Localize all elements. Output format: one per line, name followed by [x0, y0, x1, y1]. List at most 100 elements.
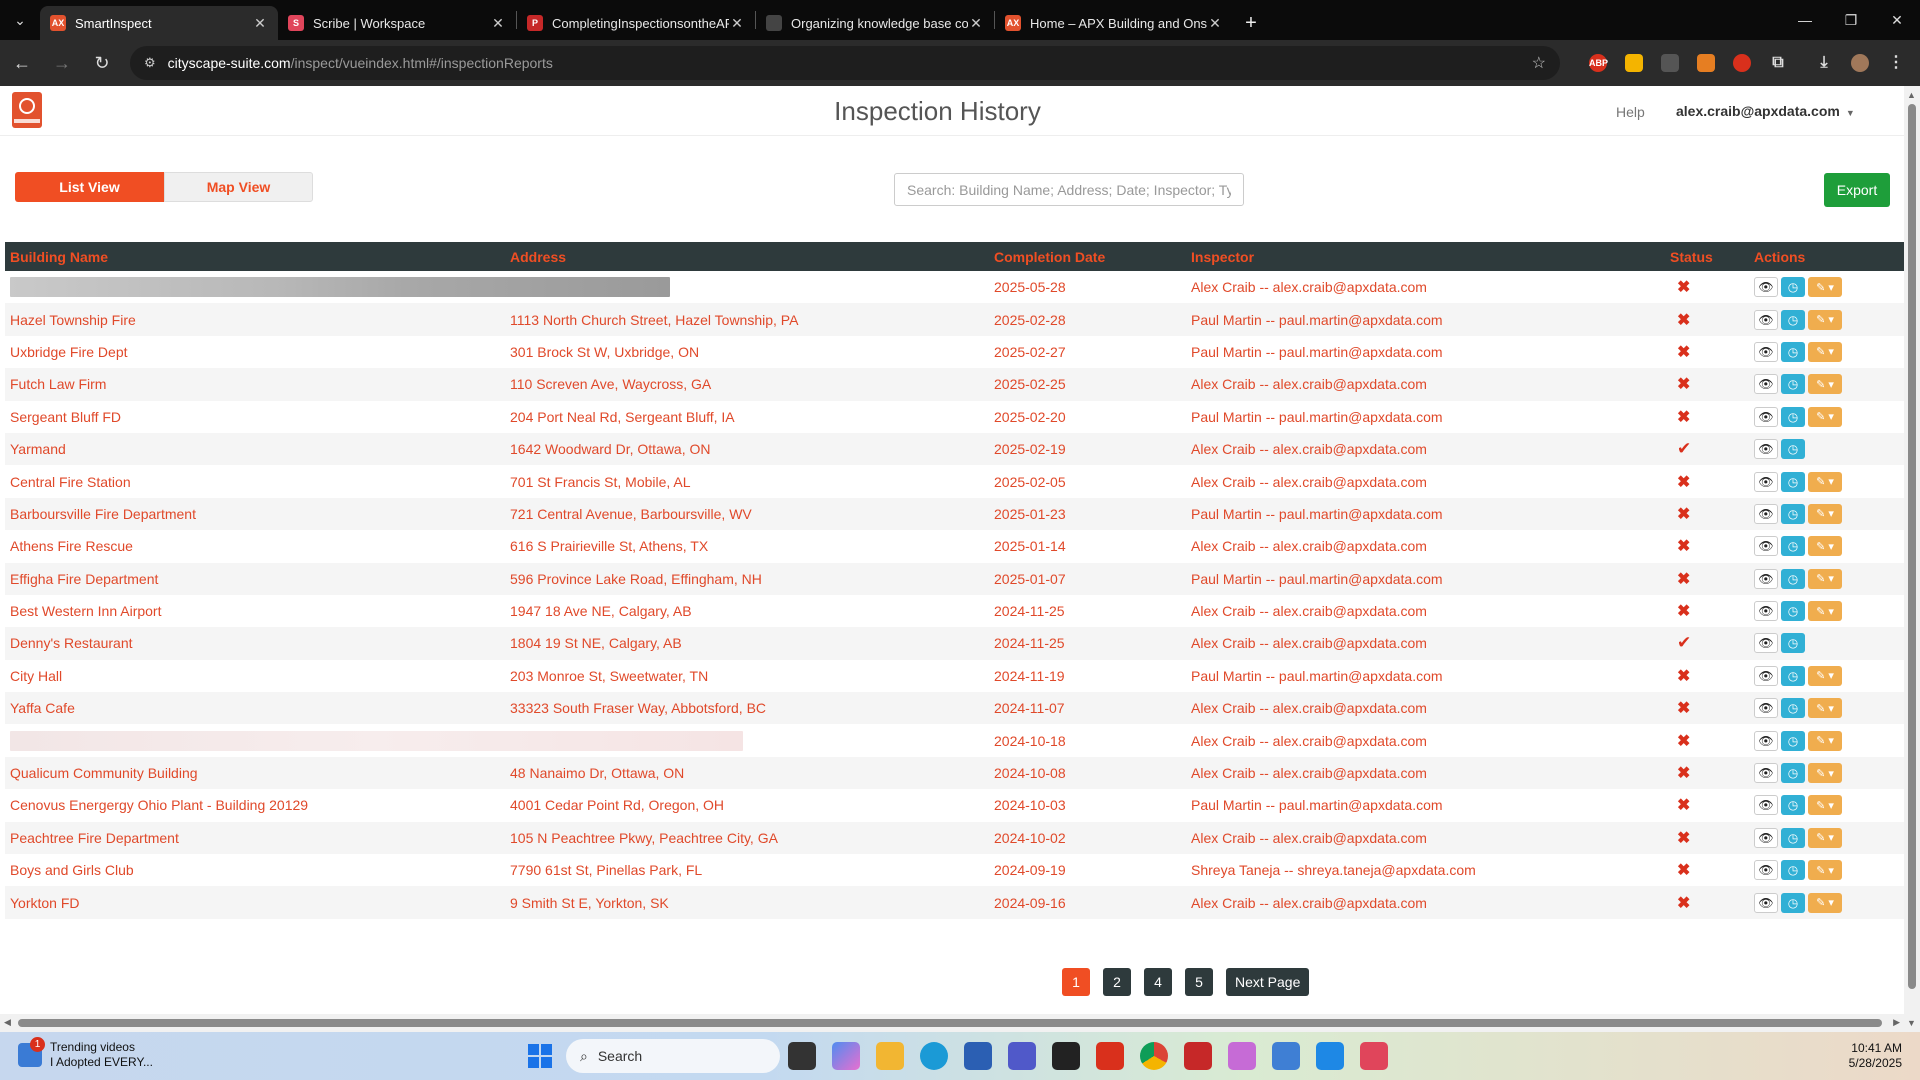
- edit-dropdown-button[interactable]: ✎ ▾: [1808, 341, 1842, 362]
- close-window-icon[interactable]: ✕: [1874, 0, 1920, 40]
- reload-icon[interactable]: ↻: [84, 45, 120, 81]
- help-link[interactable]: Help: [1616, 104, 1645, 120]
- edit-dropdown-button[interactable]: ✎ ▾: [1808, 763, 1842, 784]
- building-name-link[interactable]: Yorkton FD: [5, 886, 505, 918]
- new-tab-button[interactable]: +: [1233, 6, 1269, 40]
- extensions-puzzle-icon[interactable]: ⧉: [1760, 45, 1796, 81]
- building-name-link[interactable]: Central Fire Station: [5, 465, 505, 497]
- header-status[interactable]: Status: [1665, 242, 1749, 271]
- restore-icon[interactable]: ❐: [1828, 0, 1874, 40]
- edit-dropdown-button[interactable]: ✎ ▾: [1808, 827, 1842, 848]
- news-widget[interactable]: 1 Trending videos I Adopted EVERY...: [18, 1037, 153, 1070]
- view-eye-icon[interactable]: 👁: [1754, 309, 1778, 330]
- history-clock-icon[interactable]: ◷: [1781, 503, 1805, 524]
- history-clock-icon[interactable]: ◷: [1781, 406, 1805, 427]
- building-name-link[interactable]: Yaffa Cafe: [5, 692, 505, 724]
- history-clock-icon[interactable]: ◷: [1781, 309, 1805, 330]
- close-tab-icon[interactable]: ✕: [1207, 15, 1223, 32]
- table-row[interactable]: Uxbridge Fire Dept 301 Brock St W, Uxbrid…: [5, 336, 1904, 368]
- view-eye-icon[interactable]: 👁: [1754, 341, 1778, 362]
- header-inspector[interactable]: Inspector: [1186, 242, 1665, 271]
- notes-extension-icon[interactable]: [1616, 45, 1652, 81]
- edit-dropdown-button[interactable]: ✎ ▾: [1808, 568, 1842, 589]
- office-icon[interactable]: [1096, 1042, 1124, 1070]
- history-clock-icon[interactable]: ◷: [1781, 892, 1805, 913]
- view-eye-icon[interactable]: 👁: [1754, 665, 1778, 686]
- terminal-icon[interactable]: [1052, 1042, 1080, 1070]
- edit-dropdown-button[interactable]: ✎ ▾: [1808, 601, 1842, 622]
- table-row[interactable]: Athens Fire Rescue 616 S Prairieville St,…: [5, 530, 1904, 562]
- map-view-button[interactable]: Map View: [164, 172, 313, 202]
- history-clock-icon[interactable]: ◷: [1781, 730, 1805, 751]
- table-row[interactable]: Yarmand 1642 Woodward Dr, Ottawa, ON 2025-…: [5, 432, 1904, 466]
- table-row[interactable]: 2025-05-28 Alex Craib -- alex.craib@apxda…: [5, 271, 1904, 303]
- page-button[interactable]: 4: [1144, 968, 1172, 996]
- view-eye-icon[interactable]: 👁: [1754, 601, 1778, 622]
- download-icon[interactable]: ⤓: [1806, 45, 1842, 81]
- acrobat-icon[interactable]: [1184, 1042, 1212, 1070]
- close-tab-icon[interactable]: ✕: [252, 15, 268, 32]
- vertical-scroll-thumb[interactable]: [1908, 104, 1916, 989]
- edit-dropdown-button[interactable]: ✎ ▾: [1808, 536, 1842, 557]
- history-clock-icon[interactable]: ◷: [1781, 827, 1805, 848]
- edit-dropdown-button[interactable]: ✎ ▾: [1808, 698, 1842, 719]
- view-eye-icon[interactable]: 👁: [1754, 536, 1778, 557]
- history-clock-icon[interactable]: ◷: [1781, 633, 1805, 654]
- table-row[interactable]: Yorkton FD 9 Smith St E, Yorkton, SK 2024-…: [5, 886, 1904, 919]
- teams-icon[interactable]: [1008, 1042, 1036, 1070]
- table-row[interactable]: Barboursville Fire Department 721 Central…: [5, 497, 1904, 531]
- table-row[interactable]: Best Western Inn Airport 1947 18 Ave NE, …: [5, 595, 1904, 627]
- view-eye-icon[interactable]: 👁: [1754, 374, 1778, 395]
- building-name-link[interactable]: Uxbridge Fire Dept: [5, 336, 505, 368]
- bookmark-star-icon[interactable]: ☆: [1532, 53, 1546, 73]
- browser-tab[interactable]: P CompletingInspectionsontheAP ✕: [517, 6, 755, 40]
- browser-menu-icon[interactable]: ⋮: [1878, 45, 1914, 81]
- table-row[interactable]: Futch Law Firm 110 Screven Ave, Waycross,…: [5, 368, 1904, 401]
- building-name-link[interactable]: Yarmand: [5, 433, 505, 465]
- store-icon[interactable]: [964, 1042, 992, 1070]
- edit-dropdown-button[interactable]: ✎ ▾: [1808, 374, 1842, 395]
- task-view-icon[interactable]: [788, 1042, 816, 1070]
- edit-dropdown-button[interactable]: ✎ ▾: [1808, 309, 1842, 330]
- history-clock-icon[interactable]: ◷: [1781, 341, 1805, 362]
- view-eye-icon[interactable]: 👁: [1754, 568, 1778, 589]
- scroll-right-icon[interactable]: ▶: [1893, 1017, 1900, 1028]
- vscode-icon[interactable]: [1316, 1042, 1344, 1070]
- table-row[interactable]: Cenovus Energergy Ohio Plant - Building …: [5, 789, 1904, 821]
- close-tab-icon[interactable]: ✕: [729, 15, 745, 32]
- table-row[interactable]: Sergeant Bluff FD 204 Port Neal Rd, Serge…: [5, 401, 1904, 433]
- building-name-link[interactable]: Boys and Girls Club: [5, 854, 505, 886]
- browser-tab[interactable]: AX SmartInspect ✕: [40, 6, 278, 40]
- page-button[interactable]: 1: [1062, 968, 1090, 996]
- building-name-link[interactable]: Futch Law Firm: [5, 368, 505, 400]
- snipping-tool-icon[interactable]: [1228, 1042, 1256, 1070]
- browser-tab[interactable]: S Scribe | Workspace ✕: [278, 6, 516, 40]
- building-name-link[interactable]: Sergeant Bluff FD: [5, 401, 505, 433]
- view-eye-icon[interactable]: 👁: [1754, 892, 1778, 913]
- scroll-down-icon[interactable]: ▼: [1907, 1018, 1916, 1028]
- chrome-icon[interactable]: [1140, 1042, 1168, 1070]
- history-clock-icon[interactable]: ◷: [1781, 374, 1805, 395]
- history-clock-icon[interactable]: ◷: [1781, 665, 1805, 686]
- building-name-link[interactable]: Peachtree Fire Department: [5, 822, 505, 854]
- windows-start-icon[interactable]: [528, 1044, 552, 1068]
- search-input[interactable]: [894, 173, 1244, 206]
- history-clock-icon[interactable]: ◷: [1781, 439, 1805, 460]
- building-name-link[interactable]: Athens Fire Rescue: [5, 530, 505, 562]
- table-row[interactable]: Hazel Township Fire 1113 North Church Str…: [5, 303, 1904, 336]
- building-name-link[interactable]: City Hall: [5, 660, 505, 692]
- history-clock-icon[interactable]: ◷: [1781, 471, 1805, 492]
- site-info-icon[interactable]: ⚙: [144, 55, 156, 71]
- edit-dropdown-button[interactable]: ✎ ▾: [1808, 730, 1842, 751]
- edit-dropdown-button[interactable]: ✎ ▾: [1808, 860, 1842, 881]
- scroll-up-icon[interactable]: ▲: [1907, 90, 1916, 100]
- view-eye-icon[interactable]: 👁: [1754, 827, 1778, 848]
- table-row[interactable]: Boys and Girls Club 7790 61st St, Pinella…: [5, 854, 1904, 886]
- view-eye-icon[interactable]: 👁: [1754, 406, 1778, 427]
- view-eye-icon[interactable]: 👁: [1754, 698, 1778, 719]
- building-name-link[interactable]: Qualicum Community Building: [5, 757, 505, 789]
- user-menu[interactable]: alex.craib@apxdata.com ▼: [1676, 103, 1855, 119]
- building-name-link[interactable]: Denny's Restaurant: [5, 627, 505, 659]
- header-address[interactable]: Address: [505, 242, 989, 271]
- horizontal-scrollbar[interactable]: ◀ ▶: [0, 1014, 1904, 1032]
